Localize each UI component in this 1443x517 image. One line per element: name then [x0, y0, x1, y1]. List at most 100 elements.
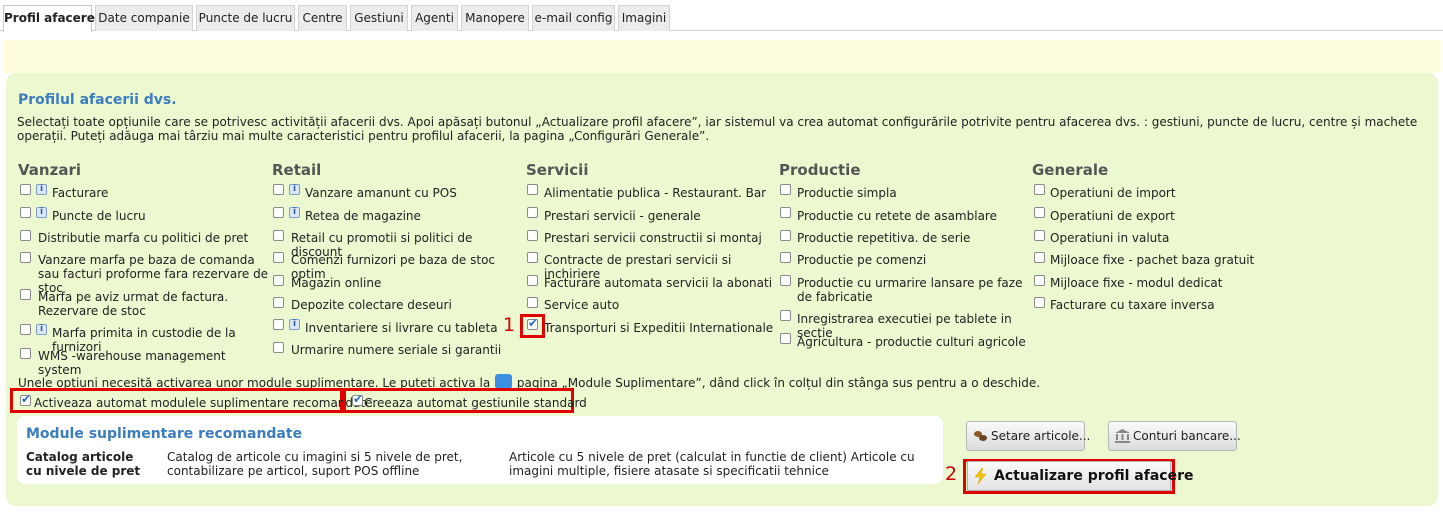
option-label: Retea de magazine — [305, 209, 421, 223]
profile-panel: Profilul afacerii dvs. Selectați toate o… — [6, 73, 1438, 506]
checkbox-productie-retete[interactable] — [780, 207, 791, 218]
checkbox-puncte-de-lucru[interactable] — [20, 207, 31, 218]
annotation-number: 2 — [945, 463, 958, 485]
info-icon[interactable]: i — [289, 207, 300, 218]
option-label: Productie cu urmarire lansare pe faze de… — [797, 276, 1023, 304]
recommended-title: Module suplimentare recomandate — [26, 426, 303, 442]
note-text: pagina „Module Suplimentare”, dând click… — [516, 376, 1041, 390]
info-bar — [3, 40, 1441, 73]
checkbox-operatiuni-import[interactable] — [1034, 184, 1045, 195]
checkbox-facturare[interactable] — [20, 184, 31, 195]
puzzle-icon[interactable] — [495, 374, 513, 389]
checkbox-operatiuni-export[interactable] — [1034, 207, 1045, 218]
checkbox-productie-faze[interactable] — [780, 275, 791, 286]
tab-centre[interactable]: Centre — [298, 5, 347, 31]
option-label: Productie cu retete de asamblare — [797, 209, 997, 223]
tab-agenti[interactable]: Agenti — [411, 5, 458, 31]
checkbox-productie-simpla[interactable] — [780, 184, 791, 195]
checkbox-creeaza-gestiuni[interactable] — [352, 392, 363, 406]
checkbox-retea-magazine[interactable] — [273, 207, 284, 218]
option-label: Prestari servicii - generale — [544, 209, 701, 223]
checkbox-comenzi-furnizori[interactable] — [273, 252, 284, 263]
tab-profil-afacere[interactable]: Profil afacere — [3, 5, 95, 32]
checkbox-vanzare-pos[interactable] — [273, 184, 284, 195]
heading-productie: Productie — [779, 161, 861, 179]
option-label: Puncte de lucru — [52, 209, 146, 223]
checkbox-mijloace-fixe-gratuit[interactable] — [1034, 252, 1045, 263]
recommended-modules-box: Module suplimentare recomandate Catalog … — [17, 416, 943, 484]
checkbox-marfa-aviz[interactable] — [20, 289, 31, 300]
checkbox-wms[interactable] — [20, 348, 31, 359]
checkbox-retail-promotii[interactable] — [273, 230, 284, 241]
option-label: Facturare cu taxare inversa — [1050, 298, 1215, 312]
option-label: Productie pe comenzi — [797, 253, 927, 267]
option-label: Facturare — [52, 186, 109, 200]
option-label: Depozite colectare deseuri — [291, 298, 452, 312]
info-icon[interactable]: i — [289, 319, 300, 330]
button-label: Conturi bancare... — [1133, 429, 1241, 443]
option-label: Agricultura - productie culturi agricole — [797, 335, 1026, 349]
checkbox-magazin-online[interactable] — [273, 275, 284, 286]
actualizare-profil-button[interactable]: Actualizare profil afacere — [967, 461, 1193, 491]
option-label: Inventariere si livrare cu tableta — [305, 321, 498, 335]
checkbox-depozite-deseuri[interactable] — [273, 297, 284, 308]
auto-option-label: Activeaza automat modulele suplimentare … — [34, 396, 377, 410]
option-label: Facturare automata servicii la abonati — [544, 276, 773, 290]
checkbox-agricultura[interactable] — [780, 333, 791, 344]
checkbox-mijloace-fixe-dedicat[interactable] — [1034, 275, 1045, 286]
checkbox-activeaza-module[interactable] — [20, 392, 31, 406]
heading-vanzari: Vanzari — [18, 161, 81, 179]
option-label: Magazin online — [291, 276, 382, 290]
highlight-box — [520, 314, 545, 338]
setare-articole-button[interactable]: Setare articole... — [966, 421, 1090, 451]
option-label: Marfa pe aviz urmat de factura. Rezervar… — [38, 290, 229, 318]
option-label: Vanzare amanunt cu POS — [305, 186, 457, 200]
info-icon[interactable]: i — [289, 184, 300, 195]
heading-retail: Retail — [272, 161, 322, 179]
info-icon[interactable]: i — [36, 324, 47, 335]
module-details: Articole cu 5 nivele de pret (calculat i… — [509, 450, 915, 478]
tab-puncte-de-lucru[interactable]: Puncte de lucru — [196, 5, 295, 31]
option-label: Operatiuni de export — [1050, 209, 1175, 223]
checkbox-productie-repetitiva[interactable] — [780, 230, 791, 241]
checkbox-taxare-inversa[interactable] — [1034, 297, 1045, 308]
intro-text: Selectați toate opțiunile care se potriv… — [17, 115, 1418, 143]
checkbox-prestari-generale[interactable] — [527, 207, 538, 218]
tab-email-config[interactable]: e-mail config — [532, 5, 615, 31]
option-label: Prestari servicii constructii si montaj — [544, 231, 762, 245]
checkbox-numere-seriale[interactable] — [273, 342, 284, 353]
module-name: Catalog articole cu nivele de pret — [26, 450, 141, 478]
tab-manopere[interactable]: Manopere — [461, 5, 529, 31]
lightning-icon — [974, 468, 987, 484]
checkbox-inventariere-tableta[interactable] — [273, 319, 284, 330]
checkbox-prestari-constructii[interactable] — [527, 230, 538, 241]
tab-date-companie[interactable]: Date companie — [95, 5, 193, 31]
panel-title: Profilul afacerii dvs. — [18, 92, 177, 108]
option-label: Alimentatie publica - Restaurant. Bar — [544, 186, 767, 200]
checkbox-alimentatie-publica[interactable] — [527, 184, 538, 195]
checkbox-distributie-marfa[interactable] — [20, 230, 31, 241]
option-label: Operatiuni in valuta — [1050, 231, 1170, 245]
checkbox-productie-comenzi[interactable] — [780, 252, 791, 263]
checkbox-executie-tablete[interactable] — [780, 310, 791, 321]
option-label: Service auto — [544, 298, 620, 312]
checkbox-vanzare-comanda[interactable] — [20, 252, 31, 263]
checkbox-facturare-abonati[interactable] — [527, 275, 538, 286]
option-label: Mijloace fixe - pachet baza gratuit — [1050, 253, 1255, 267]
info-icon[interactable]: i — [36, 184, 47, 195]
annotation-number: 1 — [503, 314, 516, 336]
info-icon[interactable]: i — [36, 207, 47, 218]
heading-generale: Generale — [1032, 161, 1109, 179]
conturi-bancare-button[interactable]: Conturi bancare... — [1108, 421, 1241, 451]
checkbox-service-auto[interactable] — [527, 297, 538, 308]
checkbox-contracte-prestari[interactable] — [527, 252, 538, 263]
option-label: Operatiuni de import — [1050, 186, 1176, 200]
tab-imagini[interactable]: Imagini — [618, 5, 670, 31]
option-label: Productie simpla — [797, 186, 897, 200]
tab-gestiuni[interactable]: Gestiuni — [350, 5, 408, 31]
bank-icon — [1115, 429, 1130, 443]
checkbox-operatiuni-valuta[interactable] — [1034, 230, 1045, 241]
checkbox-marfa-custodie[interactable] — [20, 324, 31, 335]
auto-option-label: Creeaza automat gestiunile standard — [364, 396, 587, 410]
button-label: Setare articole... — [991, 429, 1091, 443]
